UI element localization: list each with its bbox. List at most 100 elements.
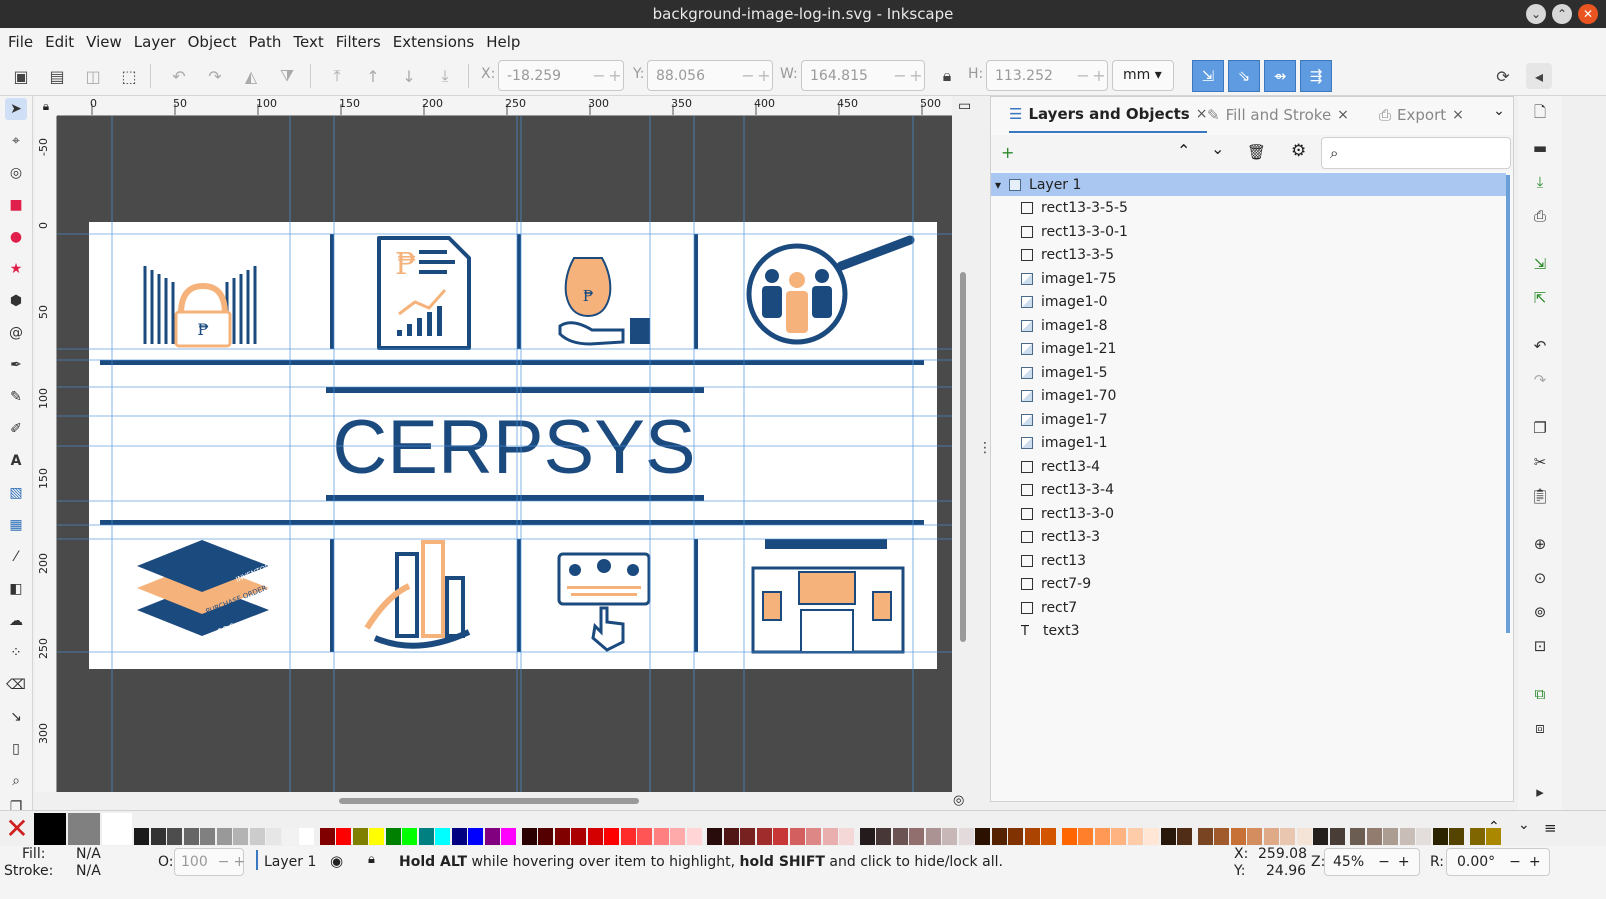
star-tool-icon[interactable]: ★: [5, 258, 27, 280]
palette-scroll-up-icon[interactable]: ⌃: [1488, 819, 1500, 835]
color-swatch[interactable]: [1214, 828, 1229, 845]
color-swatch[interactable]: [183, 828, 199, 845]
color-swatch[interactable]: [1432, 828, 1448, 845]
color-swatch[interactable]: [385, 828, 401, 845]
menu-filters[interactable]: Filters: [330, 28, 387, 56]
scrollbar-thumb[interactable]: [960, 272, 966, 642]
color-swatch[interactable]: [925, 828, 941, 845]
zoom-field[interactable]: 45% − +: [1324, 848, 1420, 876]
cut-icon[interactable]: ✂: [1528, 450, 1552, 474]
color-swatch[interactable]: [1144, 828, 1159, 845]
menu-object[interactable]: Object: [182, 28, 243, 56]
expand-chevron-icon[interactable]: ▾: [995, 178, 1001, 192]
color-swatch[interactable]: [1197, 828, 1213, 845]
color-swatch[interactable]: [233, 828, 248, 845]
tree-row[interactable]: rect13-3-5: [991, 244, 1506, 267]
color-swatch[interactable]: [282, 828, 298, 845]
zoom-page-icon[interactable]: ⊚: [1528, 600, 1552, 624]
visibility-eye-icon[interactable]: ◉: [330, 852, 343, 870]
color-swatch[interactable]: [571, 828, 586, 845]
vertical-scrollbar[interactable]: ▭: [952, 96, 976, 792]
copy-icon[interactable]: ❐: [1528, 416, 1552, 440]
color-swatch[interactable]: [653, 828, 669, 845]
flip-horizontal-icon[interactable]: ◭: [238, 63, 264, 89]
select-all-layers-icon[interactable]: ▤: [44, 63, 70, 89]
canvas[interactable]: CERPSYS ₱ ₱ ₱ INVENTORY PURCHASE ORDER P…: [57, 116, 952, 792]
color-swatch[interactable]: [637, 828, 652, 845]
color-swatch[interactable]: [167, 828, 182, 845]
print-icon[interactable]: ⎙: [1528, 204, 1552, 228]
zoom-width-icon[interactable]: ⊡: [1528, 634, 1552, 658]
select-all-icon[interactable]: ▣: [8, 63, 34, 89]
menu-file[interactable]: File: [2, 28, 39, 56]
color-swatch[interactable]: [1094, 828, 1110, 845]
palette-scroll-down-icon[interactable]: ⌄: [1518, 817, 1530, 833]
color-swatch[interactable]: [1350, 828, 1365, 845]
color-swatch[interactable]: [336, 828, 351, 845]
move-up-icon[interactable]: ⌃: [1177, 141, 1190, 160]
measure-tool-icon[interactable]: ▯: [5, 738, 27, 760]
menu-layer[interactable]: Layer: [128, 28, 182, 56]
dropper-tool-icon[interactable]: ⁄: [5, 546, 27, 568]
gray-swatch[interactable]: [68, 813, 100, 845]
move-down-icon[interactable]: ⌄: [1211, 139, 1224, 158]
export-file-icon[interactable]: ⇱: [1528, 286, 1552, 310]
black-swatch[interactable]: [34, 813, 66, 845]
tweak-tool-icon[interactable]: ◎: [5, 162, 27, 184]
no-paint-swatch[interactable]: ✕: [2, 815, 32, 845]
tree-scrollbar[interactable]: [1506, 175, 1510, 633]
tree-row[interactable]: rect13-3-0-1: [991, 220, 1506, 243]
close-window-button[interactable]: ✕: [1578, 4, 1598, 24]
rotate-cw-icon[interactable]: ↷: [202, 63, 228, 89]
color-swatch[interactable]: [756, 828, 772, 845]
color-swatch[interactable]: [1230, 828, 1246, 845]
color-swatch[interactable]: [707, 828, 722, 845]
clone-icon[interactable]: ⧈: [1528, 716, 1552, 740]
3d-box-tool-icon[interactable]: ⬢: [5, 290, 27, 312]
color-swatch[interactable]: [740, 828, 755, 845]
more-commands-icon[interactable]: ▸: [1528, 780, 1552, 804]
color-swatch[interactable]: [319, 828, 335, 845]
color-swatch[interactable]: [1280, 828, 1295, 845]
color-swatch[interactable]: [435, 828, 450, 845]
color-swatch[interactable]: [418, 828, 434, 845]
horizontal-scrollbar[interactable]: ◎: [35, 792, 976, 810]
tabs-overflow-chevron-icon[interactable]: ⌄: [1485, 103, 1513, 127]
color-swatch[interactable]: [1078, 828, 1093, 845]
lock-icon[interactable]: 🔒︎: [368, 852, 375, 867]
spiral-tool-icon[interactable]: @: [5, 322, 27, 344]
color-swatch[interactable]: [975, 828, 990, 845]
rotation-field[interactable]: 0.00° − +: [1446, 848, 1550, 876]
zoom-drawing-icon[interactable]: ⊙: [1528, 566, 1552, 590]
color-swatch[interactable]: [723, 828, 739, 845]
undo-icon[interactable]: ↶: [1528, 334, 1552, 358]
tweak-shape-tool-icon[interactable]: ☁: [5, 610, 27, 632]
color-swatch[interactable]: [1177, 828, 1192, 845]
color-swatch[interactable]: [773, 828, 788, 845]
tab-fill-stroke[interactable]: ✎ Fill and Stroke ×: [1207, 97, 1349, 133]
node-tool-icon[interactable]: ⌖: [5, 130, 27, 152]
y-field[interactable]: 88.056− +: [647, 60, 773, 91]
menu-path[interactable]: Path: [242, 28, 287, 56]
flip-vertical-icon[interactable]: ⧩: [274, 63, 300, 89]
lock-guides-icon[interactable]: 🔒︎: [35, 96, 57, 116]
scale-corners-toggle[interactable]: ⇘: [1228, 60, 1260, 92]
color-swatch[interactable]: [484, 828, 500, 845]
open-folder-icon[interactable]: ▬: [1528, 136, 1552, 160]
x-field[interactable]: -18.259− +: [498, 60, 624, 91]
connector-tool-icon[interactable]: ↘: [5, 706, 27, 728]
maximize-button[interactable]: ⌃: [1552, 4, 1572, 24]
tree-row-layer[interactable]: ▾ Layer 1: [991, 173, 1506, 196]
color-swatch[interactable]: [501, 828, 516, 845]
tree-row[interactable]: image1-70: [991, 385, 1506, 408]
current-layer-label[interactable]: Layer 1: [264, 854, 316, 870]
ellipse-tool-icon[interactable]: ●: [5, 226, 27, 248]
text-tool-icon[interactable]: A: [5, 450, 27, 472]
tab-layers-objects[interactable]: ☰ Layers and Objects ×: [1009, 97, 1208, 133]
color-swatch[interactable]: [1366, 828, 1382, 845]
color-swatch[interactable]: [299, 828, 314, 845]
color-manage-icon[interactable]: ◎: [953, 793, 964, 808]
search-input[interactable]: ⌕: [1321, 137, 1511, 169]
gradient-tool-icon[interactable]: ▧: [5, 482, 27, 504]
settings-gear-icon[interactable]: ⚙: [1291, 141, 1306, 161]
